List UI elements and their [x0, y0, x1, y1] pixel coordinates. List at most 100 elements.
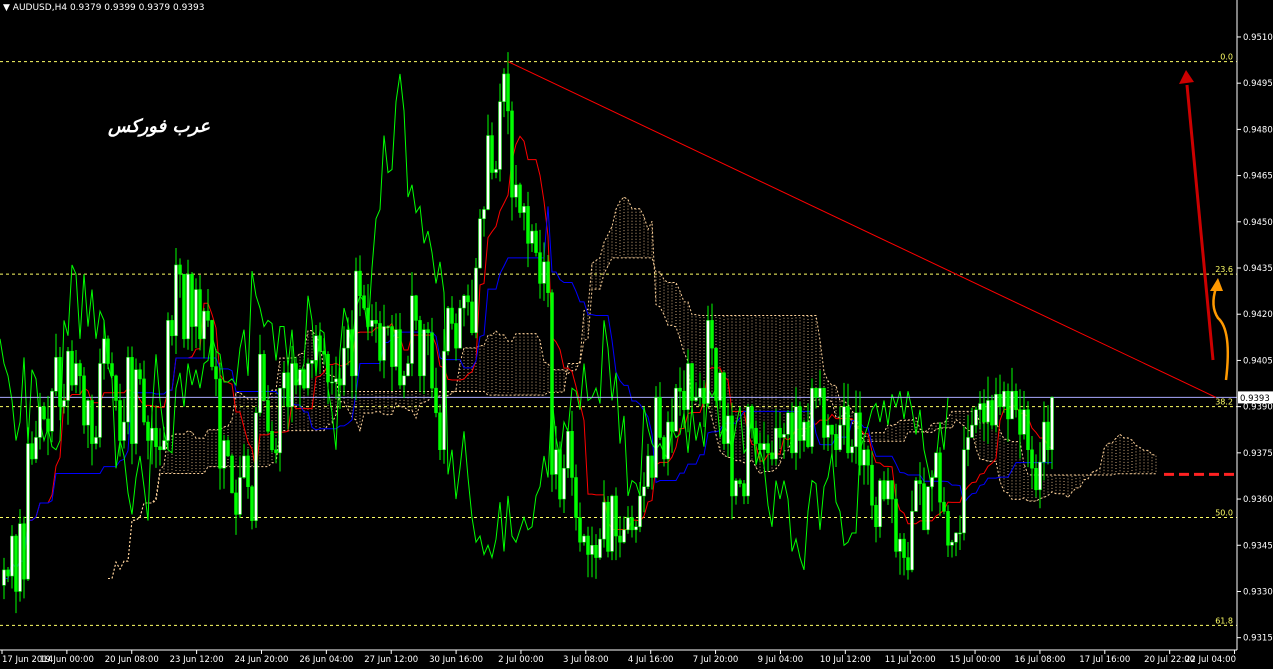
candle-body	[362, 295, 366, 309]
candle-body	[110, 363, 114, 377]
candle-body	[86, 400, 90, 426]
candle-body	[822, 387, 826, 438]
candle-body	[446, 307, 450, 352]
candle-body	[386, 326, 390, 328]
candle-body	[26, 443, 30, 580]
candle-body	[666, 421, 670, 460]
candle-body	[938, 452, 942, 503]
price-tick-label: 0.9345	[1243, 541, 1273, 551]
candle-body	[954, 532, 958, 543]
candle-body	[990, 400, 994, 426]
candle-body	[246, 455, 250, 487]
candle-body	[290, 363, 294, 407]
candle-body	[342, 347, 346, 386]
candle-body	[482, 209, 486, 219]
candle-body	[914, 480, 918, 512]
candle-body	[1026, 409, 1030, 451]
candle-body	[770, 452, 774, 460]
candle-body	[414, 295, 418, 321]
price-chart[interactable]: 0.0 23.6 38.2 50.0 61.8 0.9510 0.9495 0.9480 0.…	[0, 0, 1273, 669]
candle-body	[266, 400, 270, 432]
fib-label: 23.6	[1215, 265, 1233, 274]
candle-body	[170, 320, 174, 337]
candle-body	[670, 421, 674, 432]
candle-body	[766, 443, 770, 454]
candle-body	[314, 335, 318, 361]
candle-body	[430, 332, 434, 389]
candle-body	[462, 295, 466, 309]
candle-body	[662, 437, 666, 460]
candle-body	[194, 289, 198, 327]
candle-body	[978, 403, 982, 410]
candle-body	[918, 480, 922, 484]
candle-body	[826, 424, 830, 438]
candle-body	[690, 363, 694, 401]
candle-body	[574, 477, 578, 518]
candle-body	[282, 372, 286, 389]
candle-body	[382, 326, 386, 361]
candle-body	[890, 480, 894, 500]
candle-body	[762, 443, 766, 451]
time-tick-label: 4 Jul 16:00	[628, 655, 674, 665]
candle-body	[970, 424, 974, 438]
candle-body	[654, 397, 658, 478]
candle-body	[510, 110, 514, 198]
candle-body	[758, 443, 762, 451]
time-tick-label: 15 Jul 00:00	[950, 655, 1001, 665]
candle-body	[502, 73, 506, 102]
price-tick-label: 0.9390	[1243, 403, 1273, 413]
candle-body	[606, 501, 610, 552]
candle-body	[222, 440, 226, 469]
candle-body	[550, 292, 554, 475]
candle-body	[58, 357, 62, 407]
candle-body	[218, 378, 222, 469]
candle-body	[854, 412, 858, 447]
candle-body	[526, 206, 530, 244]
candle-body	[178, 264, 182, 275]
time-tick-label: 2 Jul 00:00	[498, 655, 544, 665]
candle-body	[658, 397, 662, 438]
candle-body	[2, 569, 6, 586]
candle-body	[102, 338, 106, 364]
price-tick-label: 0.9360	[1243, 495, 1273, 505]
fib-label: 38.2	[1215, 398, 1233, 407]
candle-body	[506, 73, 510, 112]
candle-body	[1006, 390, 1010, 420]
candle-body	[626, 517, 630, 531]
candle-body	[442, 350, 446, 451]
candle-body	[558, 449, 562, 500]
time-tick-label: 20 Jun 08:00	[105, 655, 159, 665]
candle-body	[70, 350, 74, 386]
candle-body	[1018, 409, 1022, 435]
candle-body	[394, 329, 398, 367]
collapse-triangle-icon[interactable]: ▼	[3, 3, 10, 13]
candle-body	[46, 418, 50, 432]
price-tick-label: 0.9375	[1243, 449, 1273, 459]
candle-body	[842, 406, 846, 426]
candle-body	[814, 387, 818, 398]
candle-body	[62, 400, 66, 407]
candle-body	[530, 230, 534, 244]
candle-body	[942, 501, 946, 512]
candle-body	[366, 307, 370, 327]
price-tick-label: 0.9435	[1243, 264, 1273, 274]
candle-body	[370, 320, 374, 327]
candle-body	[598, 538, 602, 558]
candle-body	[922, 483, 926, 531]
candle-body	[322, 350, 326, 355]
candle-body	[34, 437, 38, 460]
candle-body	[682, 390, 686, 410]
candle-body	[594, 545, 598, 558]
price-tick-label: 0.9330	[1243, 587, 1273, 597]
time-tick-label: 7 Jul 20:00	[693, 655, 739, 665]
candle-body	[18, 523, 22, 592]
price-tick-label: 0.9465	[1243, 172, 1273, 182]
candle-body	[850, 446, 854, 454]
candle-body	[738, 480, 742, 484]
candle-body	[478, 218, 482, 269]
candle-body	[722, 372, 726, 444]
candle-body	[650, 455, 654, 478]
candle-body	[426, 329, 430, 333]
time-tick-label: 19 Jun 00:00	[40, 655, 94, 665]
candle-body	[126, 357, 130, 423]
